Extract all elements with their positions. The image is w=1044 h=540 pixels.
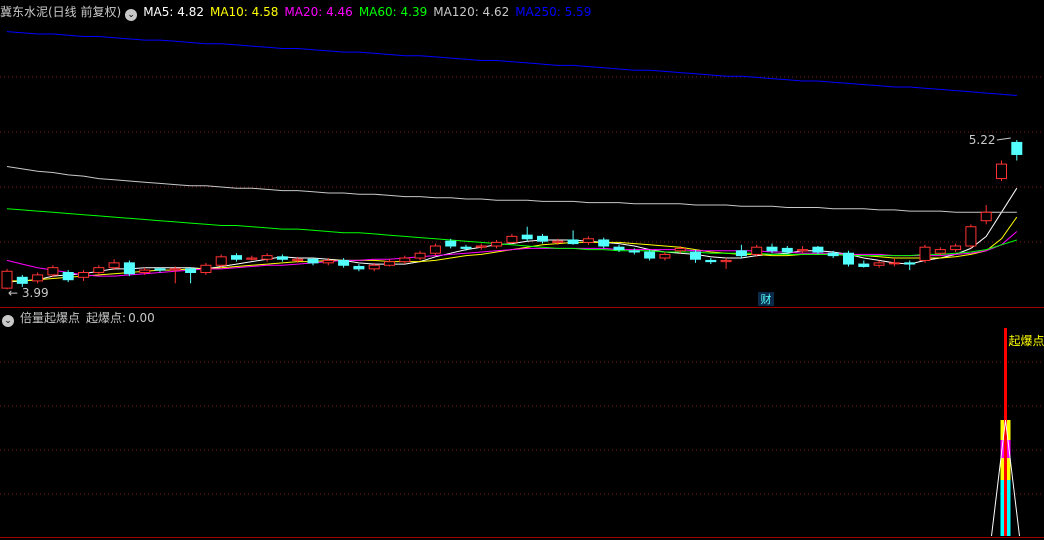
candle-body	[720, 259, 732, 263]
candle-body	[766, 246, 778, 252]
candle-body	[47, 267, 59, 276]
candle-body	[246, 257, 258, 260]
high-price-pointer	[996, 137, 1011, 141]
candle-body	[154, 268, 166, 271]
candle-body	[735, 250, 747, 257]
candle-body	[62, 271, 74, 281]
candle-body	[934, 249, 946, 254]
candle-body	[338, 259, 350, 266]
candle-body	[827, 252, 839, 257]
candle-body	[231, 255, 242, 260]
candle-body	[628, 250, 640, 253]
candle-body	[32, 274, 44, 282]
low-price-label: ← 3.99	[8, 286, 49, 300]
candle-body	[78, 271, 89, 278]
candle-body	[276, 256, 288, 260]
candle-body	[904, 262, 916, 265]
candle-body	[261, 255, 273, 260]
candle-body	[368, 264, 380, 270]
candle-body	[460, 246, 472, 249]
signal-label: 起爆点	[1009, 334, 1044, 348]
candle-body	[690, 251, 701, 260]
candle-body	[843, 252, 854, 265]
candle-body	[93, 267, 105, 273]
candle-body	[169, 268, 181, 271]
candle-body	[353, 265, 365, 270]
candle-body	[552, 240, 564, 243]
candle-body	[965, 226, 977, 247]
high-price-label: 5.22	[969, 133, 996, 147]
candle-body	[215, 256, 227, 266]
candle-body	[598, 239, 610, 247]
candle-body	[322, 259, 334, 264]
candle-body	[429, 245, 441, 254]
candle-body	[384, 261, 395, 266]
candle-body	[980, 211, 992, 222]
candle-body	[491, 241, 503, 247]
candle-body	[414, 252, 426, 259]
candle-body	[292, 258, 304, 261]
candle-body	[16, 276, 28, 284]
candle-body	[888, 262, 900, 265]
candle-body	[613, 246, 625, 251]
candle-body	[108, 262, 120, 269]
candle-body	[1011, 141, 1023, 155]
candle-body	[674, 247, 686, 252]
candle-body	[185, 268, 197, 273]
candle-body	[873, 262, 885, 266]
event-marker-icon: 财	[761, 292, 772, 306]
candle-body	[950, 245, 962, 251]
candle-body	[797, 249, 809, 252]
candle-body	[123, 262, 135, 275]
candle-body	[399, 257, 411, 263]
candle-body	[475, 245, 487, 248]
candle-body	[659, 253, 671, 259]
kline-chart[interactable]: 5.22 ← 3.99 财起爆点	[0, 0, 1044, 540]
candle-body	[582, 238, 594, 243]
candle-body	[521, 234, 533, 240]
ma-line-ma60	[6, 208, 1017, 257]
ma-line-ma250	[6, 31, 1017, 96]
candle-body	[751, 246, 763, 255]
candle-body	[858, 263, 870, 267]
candle-body	[919, 246, 931, 261]
candle-body	[567, 239, 579, 245]
candle-body	[705, 259, 717, 263]
candle-body	[812, 246, 824, 253]
candle-body	[506, 235, 518, 243]
candle-body	[537, 235, 548, 242]
candle-body	[445, 240, 457, 247]
candle-body	[139, 269, 151, 273]
ma-line-ma120	[6, 166, 1017, 213]
candle-body	[644, 251, 656, 259]
candle-body	[781, 247, 793, 253]
candle-body	[307, 258, 319, 264]
ma-line-ma10	[7, 216, 1018, 282]
candle-body	[996, 163, 1007, 180]
candle-body	[200, 264, 212, 273]
